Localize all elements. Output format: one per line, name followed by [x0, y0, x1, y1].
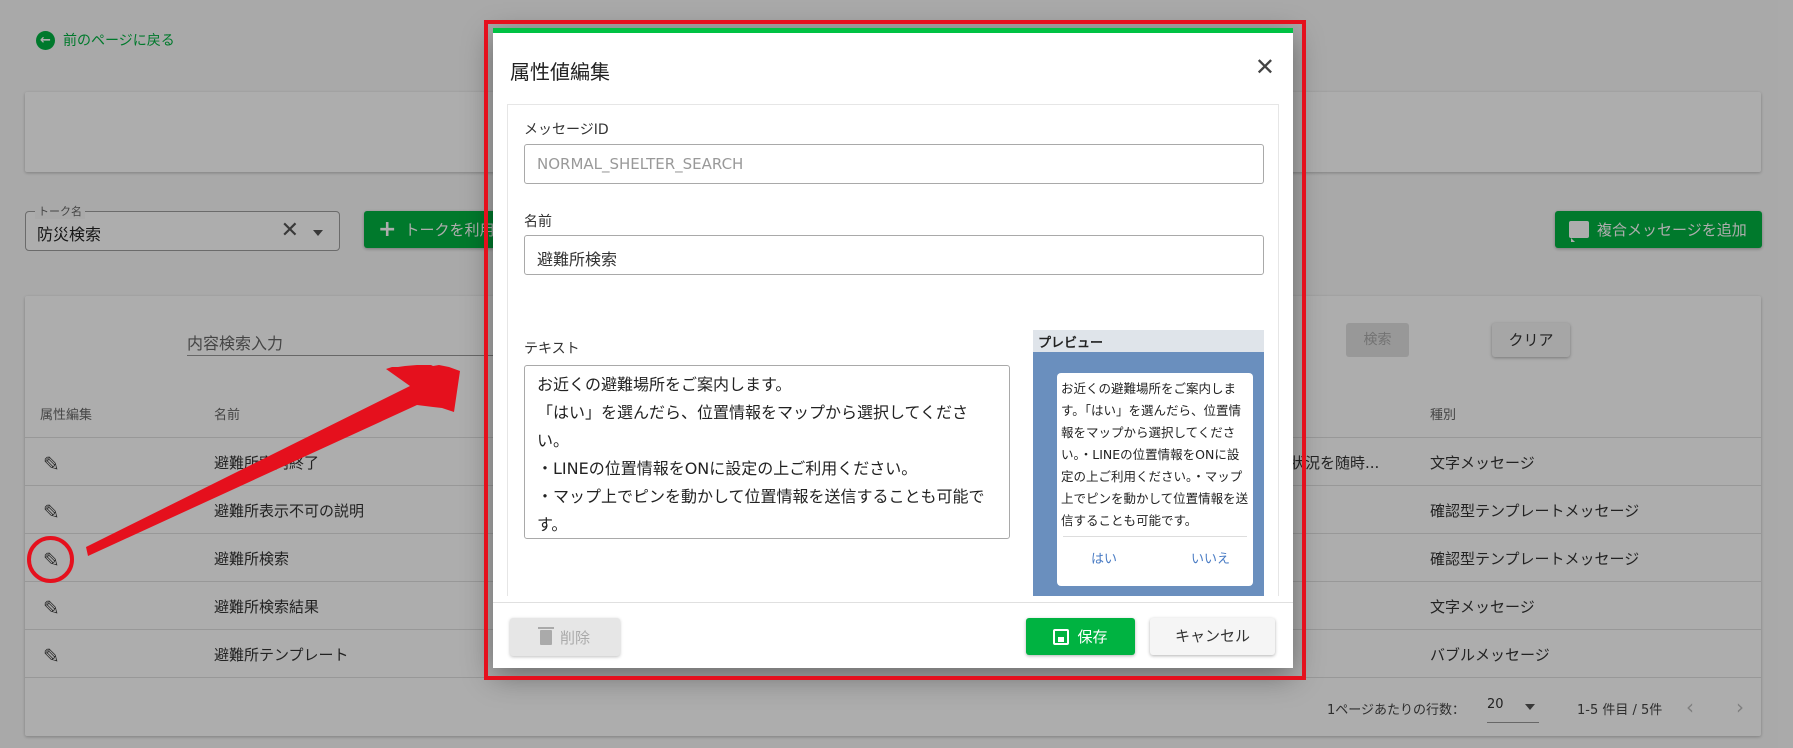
annotation-circle: [27, 536, 74, 583]
annotation-frame: [484, 20, 1306, 680]
arrow-shape: [86, 365, 460, 556]
